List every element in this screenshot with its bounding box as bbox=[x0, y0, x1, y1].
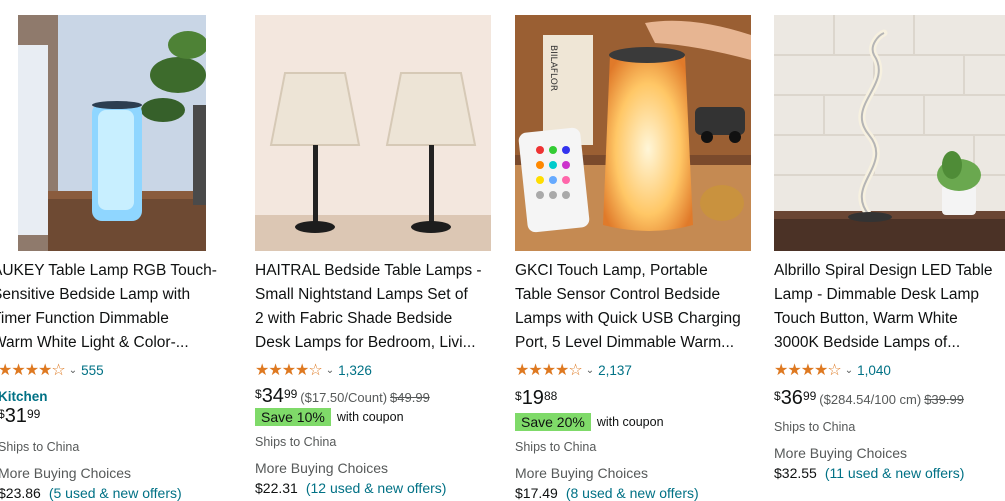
box-brand-label: BIILAFLOR bbox=[548, 45, 558, 91]
chevron-down-icon[interactable]: ⌄ bbox=[845, 365, 853, 376]
used-new-offers: $23.86 (5 used & new offers) bbox=[0, 485, 182, 501]
list-price: $39.99 bbox=[924, 392, 964, 407]
chevron-down-icon[interactable]: ⌄ bbox=[586, 365, 594, 376]
star-rating-icon[interactable]: ★★★★☆ bbox=[774, 360, 842, 380]
rating-count[interactable]: 1,326 bbox=[338, 363, 372, 378]
star-rating-icon[interactable]: ★★★★☆ bbox=[255, 360, 323, 380]
coupon[interactable]: Save 10% with coupon bbox=[255, 408, 404, 426]
product-card-gkci: BIILAFLOR GKCI Touch Lamp, Portable Tabl… bbox=[515, 0, 751, 501]
ships-to: Ships to China bbox=[515, 440, 597, 454]
coupon[interactable]: Save 20% with coupon bbox=[515, 413, 664, 431]
coupon-text: with coupon bbox=[336, 410, 404, 424]
lamp-photo-albrillo bbox=[774, 15, 1005, 251]
lamp-photo-aukey bbox=[18, 15, 206, 251]
rating-count[interactable]: 1,040 bbox=[857, 363, 891, 378]
star-rating-icon[interactable]: ★★★★☆ bbox=[515, 360, 583, 380]
product-image[interactable] bbox=[255, 15, 491, 251]
product-title[interactable]: Albrillo Spiral Design LED Table Lamp - … bbox=[774, 259, 1005, 355]
rating-count[interactable]: 2,137 bbox=[598, 363, 632, 378]
used-new-offers: $22.31 (12 used & new offers) bbox=[255, 480, 447, 496]
store-label[interactable]: Kitchen bbox=[0, 389, 48, 404]
product-card-aukey: AUKEY Table Lamp RGB Touch- Sensitive Be… bbox=[0, 0, 217, 501]
product-title[interactable]: AUKEY Table Lamp RGB Touch- Sensitive Be… bbox=[0, 259, 243, 355]
unit-price: ($17.50/Count) bbox=[300, 390, 388, 405]
offers-link[interactable]: (12 used & new offers) bbox=[306, 480, 447, 496]
product-image[interactable] bbox=[18, 15, 206, 251]
more-buying-choices: More Buying Choices bbox=[255, 460, 389, 476]
lamp-photo-haitral bbox=[255, 15, 491, 251]
price[interactable]: $3499 ($17.50/Count) $49.99 bbox=[255, 385, 430, 408]
offers-link[interactable]: (11 used & new offers) bbox=[825, 465, 965, 481]
more-buying-choices: More Buying Choices bbox=[515, 465, 649, 481]
price[interactable]: $1988 bbox=[515, 387, 557, 410]
coupon-badge[interactable]: Save 10% bbox=[255, 408, 331, 426]
offers-link[interactable]: (8 used & new offers) bbox=[566, 485, 699, 501]
chevron-down-icon[interactable]: ⌄ bbox=[69, 365, 77, 376]
used-new-offers: $17.49 (8 used & new offers) bbox=[515, 485, 699, 501]
ships-to: Ships to China bbox=[255, 435, 337, 449]
rating-count[interactable]: 555 bbox=[81, 363, 104, 378]
unit-price: ($284.54/100 cm) bbox=[819, 392, 922, 407]
product-title[interactable]: HAITRAL Bedside Table Lamps - Small Nigh… bbox=[255, 259, 500, 355]
chevron-down-icon[interactable]: ⌄ bbox=[326, 365, 334, 376]
list-price: $49.99 bbox=[390, 390, 430, 405]
used-new-offers: $32.55 (11 used & new offers) bbox=[774, 465, 965, 481]
product-card-albrillo: Albrillo Spiral Design LED Table Lamp - … bbox=[774, 0, 1005, 498]
product-card-haitral: HAITRAL Bedside Table Lamps - Small Nigh… bbox=[255, 0, 491, 498]
lamp-photo-gkci: BIILAFLOR bbox=[515, 15, 751, 251]
offers-link[interactable]: (5 used & new offers) bbox=[49, 485, 182, 501]
price[interactable]: $3699 ($284.54/100 cm) $39.99 bbox=[774, 387, 964, 410]
rating[interactable]: ★★★★☆ ⌄ 555 bbox=[0, 360, 104, 380]
coupon-badge[interactable]: Save 20% bbox=[515, 413, 591, 431]
price[interactable]: $3199 bbox=[0, 405, 40, 428]
ships-to: Ships to China bbox=[0, 440, 80, 454]
product-image[interactable] bbox=[774, 15, 1005, 251]
rating[interactable]: ★★★★☆ ⌄ 1,326 bbox=[255, 360, 372, 380]
more-buying-choices: More Buying Choices bbox=[774, 445, 908, 461]
rating[interactable]: ★★★★☆ ⌄ 1,040 bbox=[774, 360, 891, 380]
rating[interactable]: ★★★★☆ ⌄ 2,137 bbox=[515, 360, 632, 380]
coupon-text: with coupon bbox=[596, 415, 664, 429]
product-image[interactable]: BIILAFLOR bbox=[515, 15, 751, 251]
star-rating-icon[interactable]: ★★★★☆ bbox=[0, 360, 66, 380]
ships-to: Ships to China bbox=[774, 420, 856, 434]
more-buying-choices: More Buying Choices bbox=[0, 465, 132, 481]
product-title[interactable]: GKCI Touch Lamp, Portable Table Sensor C… bbox=[515, 259, 760, 355]
